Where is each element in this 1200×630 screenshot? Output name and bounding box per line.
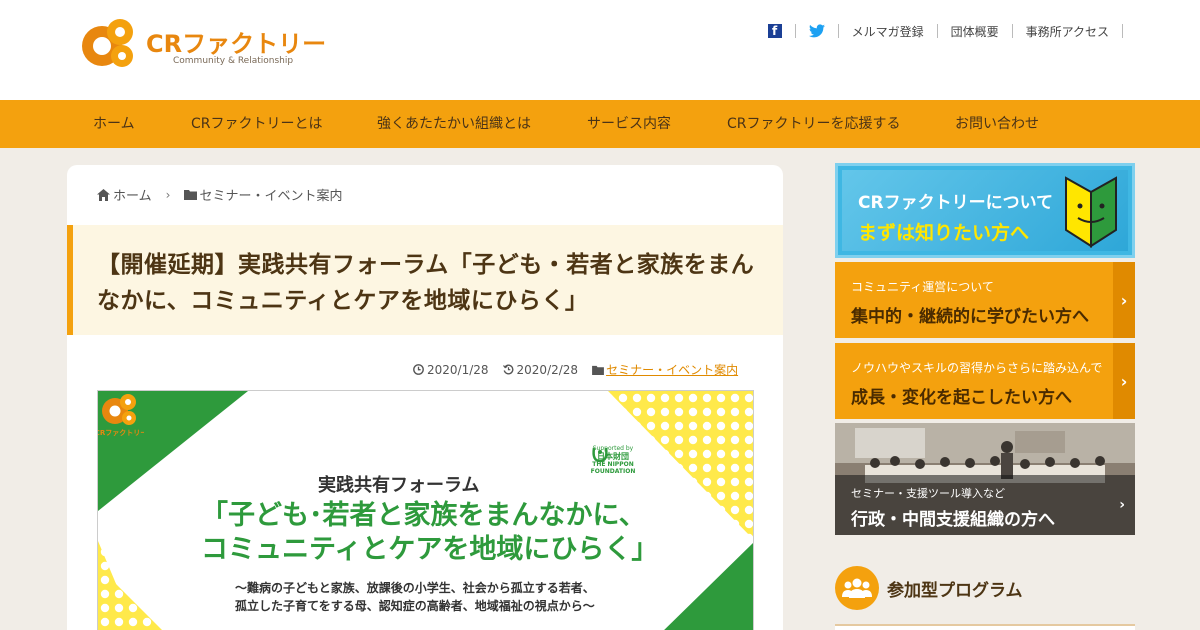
chevron-right-icon: ›: [1113, 262, 1135, 338]
program-section-title: 参加型プログラム: [887, 580, 1023, 601]
clock-icon: [413, 364, 424, 375]
divider: [837, 24, 839, 38]
hero-description-1: 〜難病の子どもと家族、放課後の小学生、社会から孤立する若者、: [235, 581, 595, 595]
banner-government[interactable]: セミナー・支援ツール導入など 行政・中間支援組織の方へ ›: [835, 423, 1135, 535]
hero-headline-2: コミュニティとケアを地域にひらく」: [201, 534, 659, 565]
nav-item-contact[interactable]: お問い合わせ: [955, 100, 1039, 148]
folder-icon: [592, 365, 604, 375]
banner-growth[interactable]: ノウハウやスキルの習得からさらに踏み込んで 成長・変化を起こしたい方へ ›: [835, 343, 1135, 419]
nf-name-line2: FOUNDATION: [590, 468, 636, 475]
banner-government-line2: 行政・中間支援組織の方へ: [851, 510, 1055, 530]
logo-mark-icon: [82, 19, 133, 67]
main-nav: ホーム CRファクトリーとは 強くあたたかい組織とは サービス内容 CRファクト…: [0, 100, 1200, 148]
banner-about-inner: CRファクトリーについて まずは知りたい方へ: [842, 170, 1128, 251]
nav-item-support[interactable]: CRファクトリーを応援する: [727, 100, 901, 148]
nav-item-home[interactable]: ホーム: [93, 100, 135, 148]
published-date: 2020/1/28: [427, 362, 489, 377]
nav-item-services[interactable]: サービス内容: [587, 100, 671, 148]
program-section-header: 参加型プログラム: [835, 566, 1023, 610]
about-org-link[interactable]: 団体概要: [951, 23, 999, 40]
banner-growth-line1: ノウハウやスキルの習得からさらに踏み込んで: [851, 361, 1103, 375]
hero-headline-1: 「子ども･若者と家族をまんなかに、: [201, 500, 646, 531]
nippon-foundation-logo: Supported by 日本財団 THE NIPPON FOUNDATION: [590, 445, 636, 493]
hero-subtitle: 実践共有フォーラム: [318, 475, 480, 496]
divider: [794, 24, 796, 38]
page-title: 【開催延期】実践共有フォーラム「子ども・若者と家族をまんなかに、コミュニティとケ…: [97, 252, 755, 314]
nav-item-about[interactable]: CRファクトリーとは: [191, 100, 323, 148]
post-meta: 2020/1/28 2020/2/28 セミナー・イベント案内: [413, 361, 738, 378]
breadcrumb: ホーム › セミナー・イベント案内: [97, 185, 342, 204]
program-card[interactable]: [835, 624, 1135, 630]
office-access-link[interactable]: 事務所アクセス: [1026, 23, 1109, 40]
folder-icon: [184, 190, 198, 200]
facebook-icon[interactable]: f: [767, 24, 782, 38]
banner-growth-line2: 成長・変化を起こしたい方へ: [851, 388, 1072, 408]
twitter-icon[interactable]: [808, 24, 825, 38]
nippon-foundation-mark-icon: [592, 447, 608, 463]
featured-image[interactable]: 実践共有フォーラム CRファクトリー Supported by 日本財団 THE…: [97, 390, 754, 630]
logo-text: CRファクトリー: [146, 30, 327, 58]
logo-tagline: Community & Relationship: [173, 56, 294, 66]
hero-description-2: 孤立した子育てをする母、認知症の高齢者、地域福祉の視点から〜: [235, 599, 595, 613]
banner-learn-line2: 集中的・継続的に学びたい方へ: [851, 307, 1089, 327]
breadcrumb-category[interactable]: セミナー・イベント案内: [199, 185, 342, 204]
group-icon: [835, 566, 879, 610]
history-icon: [502, 364, 513, 375]
site-header: CRファクトリー Community & Relationship f メルマガ…: [0, 0, 1200, 100]
banner-learn[interactable]: コミュニティ運営について 集中的・継続的に学びたい方へ ›: [835, 262, 1135, 338]
banner-learn-line1: コミュニティ運営について: [851, 280, 994, 294]
category-link[interactable]: セミナー・イベント案内: [606, 361, 738, 378]
crfactory-logo-icon: CRファクトリー: [98, 394, 144, 437]
divider: [1011, 24, 1013, 38]
banner-about-line1: CRファクトリーについて: [858, 193, 1054, 213]
divider: [1122, 24, 1123, 38]
title-box: 【開催延期】実践共有フォーラム「子ども・若者と家族をまんなかに、コミュニティとケ…: [67, 225, 783, 335]
banner-government-line1: セミナー・支援ツール導入など: [851, 487, 1005, 500]
beginner-mark-icon: [1065, 176, 1117, 248]
newsletter-link[interactable]: メルマガ登録: [852, 23, 924, 40]
chevron-right-icon: ›: [1113, 343, 1135, 419]
banner-about[interactable]: CRファクトリーについて まずは知りたい方へ: [835, 163, 1135, 258]
nav-item-strong-org[interactable]: 強くあたたかい組織とは: [377, 100, 531, 148]
utility-links: f メルマガ登録 団体概要 事務所アクセス: [767, 22, 1136, 40]
home-icon: [97, 188, 110, 201]
site-logo[interactable]: CRファクトリー Community & Relationship: [80, 14, 326, 76]
updated-date: 2020/2/28: [516, 362, 579, 377]
divider: [936, 24, 938, 38]
chevron-right-icon: ›: [1119, 497, 1125, 513]
hero-logo-label: CRファクトリー: [98, 428, 144, 437]
breadcrumb-home[interactable]: ホーム: [113, 185, 152, 204]
banner-about-line2: まずは知りたい方へ: [858, 222, 1030, 244]
chevron-right-icon: ›: [165, 187, 171, 202]
